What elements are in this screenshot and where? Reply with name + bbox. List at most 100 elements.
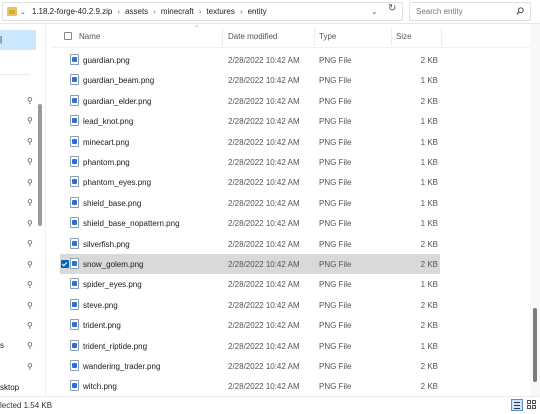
- pin-icon[interactable]: ⚲: [27, 198, 33, 207]
- png-file-icon: [70, 298, 79, 310]
- column-date-modified[interactable]: Date modified: [228, 32, 277, 41]
- file-type: PNG File: [319, 341, 352, 351]
- zip-folder-icon: [7, 7, 17, 16]
- pin-icon[interactable]: ⚲: [27, 116, 33, 125]
- column-type[interactable]: Type: [319, 32, 336, 41]
- png-file-icon: [70, 217, 79, 229]
- file-name: phantom_eyes.png: [83, 178, 152, 188]
- file-name: shield_base.png: [83, 198, 142, 208]
- row-checkbox[interactable]: [61, 260, 69, 268]
- refresh-icon[interactable]: ↻: [388, 4, 396, 14]
- file-date-modified: 2/28/2022 10:42 AM: [228, 321, 300, 331]
- file-row[interactable]: snow_golem.png 2/28/2022 10:42 AM PNG File…: [60, 254, 440, 274]
- png-file-icon: [70, 278, 79, 290]
- png-file-icon: [70, 135, 79, 147]
- pin-icon[interactable]: ⚲: [27, 137, 33, 146]
- nav-scrollbar[interactable]: [38, 104, 42, 226]
- select-all-checkbox[interactable]: [64, 32, 72, 40]
- vertical-scrollbar[interactable]: [530, 24, 540, 396]
- file-date-modified: 2/28/2022 10:42 AM: [228, 158, 300, 167]
- file-row[interactable]: trident.png 2/28/2022 10:42 AM PNG File 2 K…: [60, 315, 440, 335]
- column-name[interactable]: Name: [79, 32, 100, 41]
- file-type: PNG File: [319, 137, 352, 147]
- file-row[interactable]: witch.png 2/28/2022 10:42 AM PNG File 2 KB: [60, 376, 440, 396]
- nav-selected-item[interactable]: [0, 30, 36, 50]
- column-divider[interactable]: [441, 28, 442, 46]
- file-type: PNG File: [319, 219, 352, 229]
- file-row[interactable]: spider_eyes.png 2/28/2022 10:42 AM PNG Fil…: [60, 274, 440, 294]
- file-row[interactable]: guardian.png 2/28/2022 10:42 AM PNG File 2 …: [60, 50, 440, 70]
- scrollbar-thumb[interactable]: [533, 308, 537, 382]
- file-type: PNG File: [319, 158, 352, 167]
- file-date-modified: 2/28/2022 10:42 AM: [228, 76, 300, 86]
- pin-icon[interactable]: ⚲: [27, 157, 33, 166]
- file-type: PNG File: [319, 362, 352, 371]
- file-type: PNG File: [319, 382, 352, 392]
- pin-icon[interactable]: ⚲: [27, 260, 33, 269]
- search-input[interactable]: Search entity: [409, 2, 531, 21]
- file-size: 1 KB: [420, 198, 438, 208]
- file-name: witch.png: [83, 382, 117, 392]
- file-size: 1 KB: [420, 137, 438, 147]
- pin-icon[interactable]: ⚲: [27, 239, 33, 248]
- pin-icon[interactable]: ⚲: [27, 321, 33, 330]
- column-divider[interactable]: [391, 28, 392, 46]
- file-row[interactable]: minecart.png 2/28/2022 10:42 AM PNG File 1 …: [60, 132, 440, 152]
- large-icons-view-icon[interactable]: [526, 399, 538, 411]
- nav-item-desktop[interactable]: sktop: [0, 383, 19, 392]
- png-file-icon: [70, 196, 79, 208]
- breadcrumb-item-zip[interactable]: 1.18.2-forge-40.2.9.zip: [32, 7, 113, 16]
- pin-icon[interactable]: ⚲: [27, 178, 33, 187]
- pin-icon[interactable]: ⚲: [27, 96, 33, 105]
- column-divider[interactable]: [314, 28, 315, 46]
- pin-icon[interactable]: ⚲: [27, 280, 33, 289]
- file-name: trident_riptide.png: [83, 341, 148, 351]
- breadcrumb[interactable]: ⌄ 1.18.2-forge-40.2.9.zip › assets › min…: [2, 2, 403, 21]
- pin-icon[interactable]: ⚲: [27, 301, 33, 310]
- file-row[interactable]: shield_base.png 2/28/2022 10:42 AM PNG Fil…: [60, 193, 440, 213]
- png-file-icon: [70, 237, 79, 249]
- file-row[interactable]: shield_base_nopattern.png 2/28/2022 10:42…: [60, 213, 440, 233]
- breadcrumb-item-minecraft[interactable]: minecraft: [161, 7, 194, 16]
- pin-icon[interactable]: ⚲: [27, 219, 33, 228]
- file-name: snow_golem.png: [83, 260, 144, 269]
- png-file-icon: [70, 74, 79, 86]
- file-type: PNG File: [319, 239, 352, 249]
- sort-indicator-icon: ⌃: [194, 26, 200, 32]
- column-divider[interactable]: [222, 28, 223, 46]
- file-type: PNG File: [319, 76, 352, 86]
- breadcrumb-item-textures[interactable]: textures: [206, 7, 234, 16]
- file-size: 2 KB: [420, 321, 438, 331]
- breadcrumb-item-assets[interactable]: assets: [125, 7, 148, 16]
- pin-icon[interactable]: ⚲: [27, 362, 33, 371]
- file-name: minecart.png: [83, 137, 130, 147]
- file-date-modified: 2/28/2022 10:42 AM: [228, 96, 300, 106]
- file-row[interactable]: steve.png 2/28/2022 10:42 AM PNG File 2 KB: [60, 295, 440, 315]
- png-file-icon: [70, 339, 79, 351]
- file-name: spider_eyes.png: [83, 280, 142, 290]
- file-row[interactable]: phantom_eyes.png 2/28/2022 10:42 AM PNG Fi…: [60, 172, 440, 192]
- column-header: ⌃ Name Date modified Type Size: [52, 24, 530, 48]
- file-row[interactable]: phantom.png 2/28/2022 10:42 AM PNG File 1 K…: [60, 152, 440, 172]
- pin-icon[interactable]: ⚲: [27, 341, 33, 350]
- png-file-icon: [70, 176, 79, 188]
- chevron-down-icon[interactable]: ⌄: [20, 8, 26, 16]
- file-name: guardian.png: [83, 56, 130, 65]
- file-type: PNG File: [319, 198, 352, 208]
- column-size[interactable]: Size: [396, 32, 412, 41]
- file-row[interactable]: guardian_elder.png 2/28/2022 10:42 AM PNG …: [60, 91, 440, 111]
- address-dropdown-icon[interactable]: ⌄: [371, 7, 378, 16]
- file-row[interactable]: silverfish.png 2/28/2022 10:42 AM PNG File…: [60, 234, 440, 254]
- file-size: 1 KB: [420, 158, 438, 167]
- file-name: guardian_beam.png: [83, 76, 155, 86]
- details-view-icon[interactable]: [511, 399, 523, 411]
- file-row[interactable]: trident_riptide.png 2/28/2022 10:42 AM PNG…: [60, 336, 440, 356]
- file-row[interactable]: lead_knot.png 2/28/2022 10:42 AM PNG File 1…: [60, 111, 440, 131]
- breadcrumb-item-entity[interactable]: entity: [248, 7, 267, 16]
- file-row[interactable]: wandering_trader.png 2/28/2022 10:42 AM PN…: [60, 356, 440, 376]
- png-file-icon: [70, 115, 79, 127]
- file-size: 2 KB: [420, 96, 438, 106]
- file-row[interactable]: guardian_beam.png 2/28/2022 10:42 AM PNG F…: [60, 70, 440, 90]
- file-size: 2 KB: [420, 300, 438, 310]
- nav-item-label[interactable]: s: [0, 341, 4, 350]
